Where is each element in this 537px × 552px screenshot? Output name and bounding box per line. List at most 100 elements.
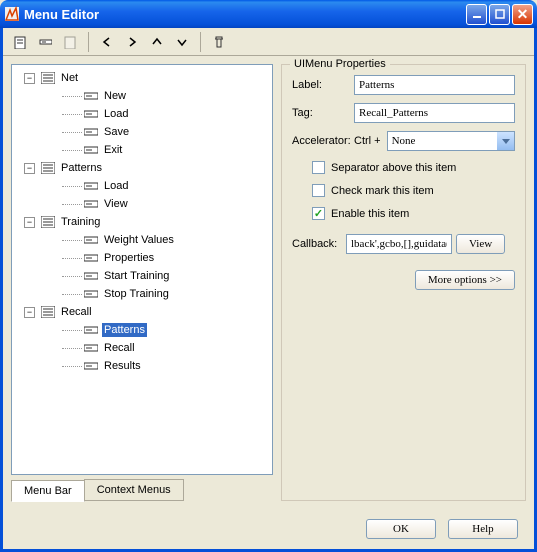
- tree-item-node[interactable]: Start Training: [16, 267, 268, 285]
- tree-node-label[interactable]: Training: [59, 215, 102, 229]
- accelerator-select[interactable]: None: [387, 131, 515, 151]
- new-item-button[interactable]: [34, 31, 56, 53]
- tree-node-label[interactable]: Exit: [102, 143, 124, 157]
- tree-connector: [62, 114, 82, 115]
- move-left-button[interactable]: [96, 31, 118, 53]
- tree-node-label[interactable]: Recall: [59, 305, 94, 319]
- tree-connector: [62, 348, 82, 349]
- item-icon: [84, 108, 98, 120]
- tree-item-node[interactable]: New: [16, 87, 268, 105]
- tree-node-label[interactable]: Load: [102, 179, 130, 193]
- tree-item-node[interactable]: Results: [16, 357, 268, 375]
- new-menu-button[interactable]: [9, 31, 31, 53]
- tree-node-label[interactable]: Net: [59, 71, 80, 85]
- properties-group: UIMenu Properties Label: Tag: Accelerato…: [281, 64, 526, 501]
- item-icon: [84, 360, 98, 372]
- accelerator-field-label: Accelerator:: [292, 135, 354, 147]
- enable-checkbox[interactable]: [312, 207, 325, 220]
- tree-node-label[interactable]: View: [102, 197, 130, 211]
- new-item-disabled-button: [59, 31, 81, 53]
- tree-menu-node[interactable]: − Patterns: [16, 159, 268, 177]
- tree-menu-node[interactable]: − Recall: [16, 303, 268, 321]
- dropdown-arrow-icon: [497, 132, 514, 150]
- item-icon: [84, 90, 98, 102]
- tree-item-node[interactable]: View: [16, 195, 268, 213]
- checkmark-label: Check mark this item: [331, 185, 434, 197]
- tree-node-label[interactable]: Stop Training: [102, 287, 171, 301]
- callback-field-label: Callback:: [292, 238, 342, 250]
- item-icon: [84, 252, 98, 264]
- move-right-button[interactable]: [121, 31, 143, 53]
- separator-checkbox[interactable]: [312, 161, 325, 174]
- menu-icon: [41, 216, 55, 228]
- item-icon: [84, 198, 98, 210]
- tree-node-label[interactable]: Load: [102, 107, 130, 121]
- tab-menu-bar[interactable]: Menu Bar: [11, 480, 85, 502]
- menu-icon: [41, 306, 55, 318]
- tree-node-label[interactable]: Patterns: [102, 323, 147, 337]
- tree-menu-node[interactable]: − Training: [16, 213, 268, 231]
- tree-node-label[interactable]: Properties: [102, 251, 156, 265]
- expander-icon[interactable]: −: [24, 163, 35, 174]
- tree-connector: [62, 240, 82, 241]
- tree-item-node[interactable]: Exit: [16, 141, 268, 159]
- item-icon: [84, 288, 98, 300]
- label-input[interactable]: [354, 75, 515, 95]
- tree-node-label[interactable]: Results: [102, 359, 143, 373]
- menu-icon: [41, 162, 55, 174]
- expander-icon[interactable]: −: [24, 73, 35, 84]
- tree-connector: [62, 330, 82, 331]
- tree-connector: [62, 96, 82, 97]
- expander-icon[interactable]: −: [24, 307, 35, 318]
- tree-item-node[interactable]: Stop Training: [16, 285, 268, 303]
- tree-connector: [62, 366, 82, 367]
- tree-connector: [62, 186, 82, 187]
- item-icon: [84, 234, 98, 246]
- tag-input[interactable]: [354, 103, 515, 123]
- callback-input[interactable]: [346, 234, 452, 254]
- close-button[interactable]: ✕: [512, 4, 533, 25]
- item-icon: [84, 126, 98, 138]
- menu-tree[interactable]: − Net New Load Save Exit − Patterns Load View − Tra…: [11, 64, 273, 475]
- view-button[interactable]: View: [456, 234, 505, 254]
- tree-node-label[interactable]: Start Training: [102, 269, 171, 283]
- dialog-footer: OK Help: [3, 509, 534, 549]
- menu-icon: [41, 72, 55, 84]
- accelerator-value: None: [392, 135, 416, 147]
- window-title: Menu Editor: [24, 7, 466, 22]
- help-button[interactable]: Help: [448, 519, 518, 539]
- tree-node-label[interactable]: Recall: [102, 341, 137, 355]
- tree-node-label[interactable]: Patterns: [59, 161, 104, 175]
- tree-connector: [62, 276, 82, 277]
- expander-icon[interactable]: −: [24, 217, 35, 228]
- tag-field-label: Tag:: [292, 107, 354, 119]
- move-down-button[interactable]: [171, 31, 193, 53]
- enable-label: Enable this item: [331, 208, 409, 220]
- more-options-button[interactable]: More options >>: [415, 270, 515, 290]
- item-icon: [84, 270, 98, 282]
- tree-item-node[interactable]: Load: [16, 105, 268, 123]
- tree-node-label[interactable]: Weight Values: [102, 233, 176, 247]
- tree-item-node[interactable]: Properties: [16, 249, 268, 267]
- tree-menu-node[interactable]: − Net: [16, 69, 268, 87]
- tree-item-node[interactable]: Recall: [16, 339, 268, 357]
- move-up-button[interactable]: [146, 31, 168, 53]
- toolbar: [3, 28, 534, 56]
- tree-item-node[interactable]: Save: [16, 123, 268, 141]
- tree-item-node[interactable]: Load: [16, 177, 268, 195]
- delete-button[interactable]: [208, 31, 230, 53]
- item-icon: [84, 342, 98, 354]
- tab-context-menus[interactable]: Context Menus: [84, 479, 184, 501]
- tree-connector: [62, 294, 82, 295]
- tree-item-node[interactable]: Weight Values: [16, 231, 268, 249]
- checkmark-checkbox[interactable]: [312, 184, 325, 197]
- tree-connector: [62, 258, 82, 259]
- accelerator-prefix: Ctrl +: [354, 135, 381, 147]
- ok-button[interactable]: OK: [366, 519, 436, 539]
- tree-item-node[interactable]: Patterns: [16, 321, 268, 339]
- tree-node-label[interactable]: Save: [102, 125, 131, 139]
- tree-node-label[interactable]: New: [102, 89, 128, 103]
- minimize-button[interactable]: [466, 4, 487, 25]
- label-field-label: Label:: [292, 79, 354, 91]
- maximize-button[interactable]: [489, 4, 510, 25]
